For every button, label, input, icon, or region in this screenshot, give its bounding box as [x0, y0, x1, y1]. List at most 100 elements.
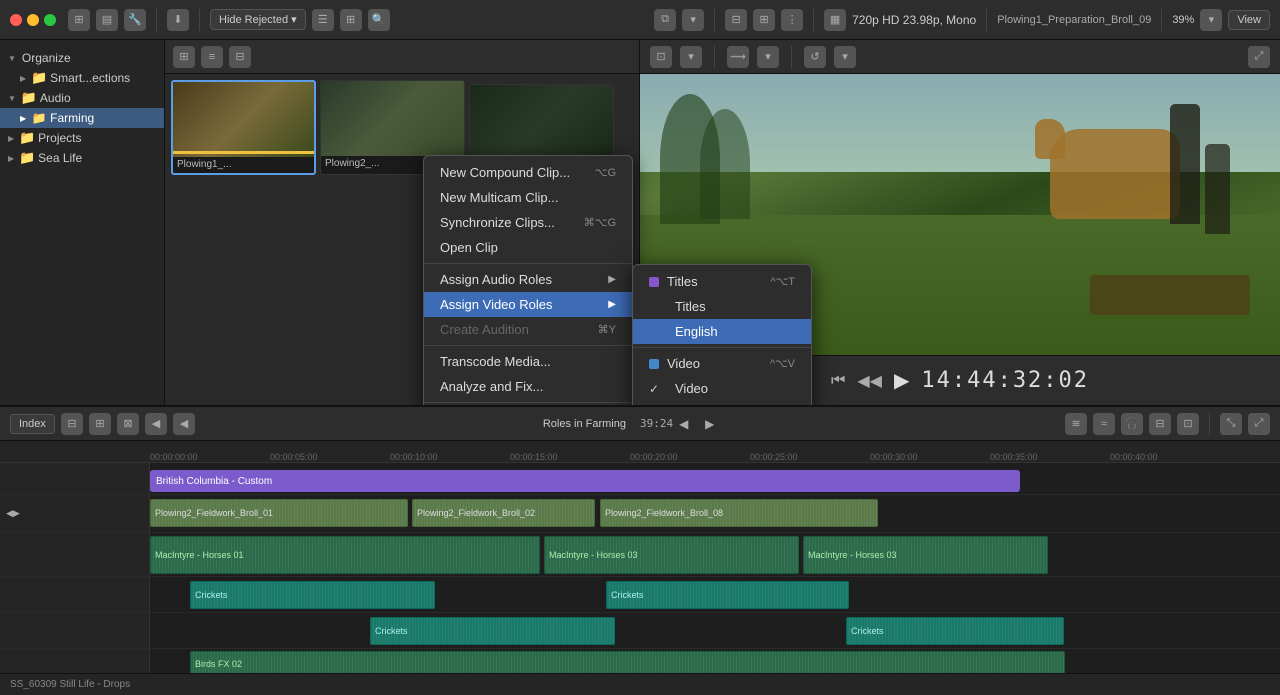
top-bar: ⊞ ▤ 🔧 ⬇ Hide Rejected ▾ ☰ ⊞ 🔍 ⧉ ▾ ⊟ ⊞ ⋮ … — [0, 0, 1280, 40]
sidebar-item-projects[interactable]: ▶ 📁 Projects — [0, 128, 164, 148]
close-button[interactable] — [10, 14, 22, 26]
ruler-mark-3: 00:00:15:00 — [510, 452, 558, 462]
zoom-dropdown[interactable]: ▾ — [1200, 9, 1222, 31]
clip-thumb-1[interactable]: Plowing1_... — [171, 80, 316, 175]
go-to-start-button[interactable]: ⏮ — [831, 372, 845, 390]
tl-icon-3[interactable]: ⊠ — [117, 413, 139, 435]
tl-nav-next[interactable]: ▶ — [705, 417, 725, 431]
audio-meter-icon[interactable]: ≋ — [1065, 413, 1087, 435]
waveform-bg — [847, 618, 1063, 644]
library-icon[interactable]: ⊞ — [68, 9, 90, 31]
tl-icon-4[interactable]: ◀ — [145, 413, 167, 435]
sort-icon[interactable]: ⊞ — [173, 46, 195, 68]
hide-rejected-button[interactable]: Hide Rejected ▾ — [210, 9, 306, 30]
sm-english[interactable]: English — [633, 319, 811, 344]
import-icon[interactable]: ⬇ — [167, 9, 189, 31]
cm-synchronize[interactable]: Synchronize Clips... ⌘⌥G — [424, 210, 632, 235]
clip-birds-fx[interactable]: Birds FX 02 — [190, 651, 1065, 673]
separator-2 — [199, 9, 200, 31]
clip-horses-03b[interactable]: MacIntyre - Horses 03 — [803, 536, 1048, 574]
index-button[interactable]: Index — [10, 414, 55, 434]
sidebar-item-label: Audio — [40, 91, 71, 105]
separator-6 — [1161, 9, 1162, 31]
zoom-fit-icon[interactable]: ⤡ — [1220, 413, 1242, 435]
pip-dropdown[interactable]: ▾ — [682, 9, 704, 31]
clip-plowing-broll-02[interactable]: Plowing2_Fieldwork_Broll_02 — [412, 499, 595, 527]
clip-british-columbia[interactable]: British Columbia - Custom — [150, 470, 1020, 492]
filter-icon[interactable]: ≡ — [201, 46, 223, 68]
clip-name: Plowing1_Preparation_Broll_09 — [997, 14, 1151, 26]
viewer-transform-icon[interactable]: ⟿ — [727, 46, 749, 68]
triangle-icon: ▶ — [20, 74, 26, 83]
minimize-button[interactable] — [27, 14, 39, 26]
browser-icon[interactable]: ▤ — [96, 9, 118, 31]
viewer-layout-icon[interactable]: ⊡ — [650, 46, 672, 68]
submenu-arrow: ▶ — [608, 299, 616, 310]
sm-broll[interactable]: B-Roll — [633, 401, 811, 405]
viewer-retiming-dropdown[interactable]: ▾ — [834, 46, 856, 68]
cm-analyze[interactable]: Analyze and Fix... — [424, 374, 632, 399]
sm-video-1[interactable]: Video ^⌥V — [633, 351, 811, 376]
layout-icon[interactable]: ⊟ — [725, 9, 747, 31]
cm-new-multicam[interactable]: New Multicam Clip... — [424, 185, 632, 210]
resolution-icon[interactable]: ▦ — [824, 9, 846, 31]
waveform-icon[interactable]: ≈ — [1093, 413, 1115, 435]
viewer-retiming-icon[interactable]: ↺ — [804, 46, 826, 68]
cm-open-clip[interactable]: Open Clip — [424, 235, 632, 260]
track-content: Plowing2_Fieldwork_Broll_01 Plowing2_Fie… — [150, 495, 1280, 532]
tl-icon-2[interactable]: ⊞ — [89, 413, 111, 435]
cm-transcode[interactable]: Transcode Media... — [424, 349, 632, 374]
clip-horses-03a[interactable]: MacIntyre - Horses 03 — [544, 536, 799, 574]
tl-icon-1[interactable]: ⊟ — [61, 413, 83, 435]
clip-crickets-1a[interactable]: Crickets — [190, 581, 435, 609]
clip-plowing-broll-08[interactable]: Plowing2_Fieldwork_Broll_08 — [600, 499, 878, 527]
sm-video-2[interactable]: ✓ Video — [633, 376, 811, 401]
viewer-dropdown[interactable]: ▾ — [680, 46, 702, 68]
timeline-ruler: 00:00:00:00 00:00:05:00 00:00:10:00 00:0… — [0, 441, 1280, 463]
play-backward-button[interactable]: ◀◀ — [857, 371, 882, 391]
clip-crickets-2b[interactable]: Crickets — [846, 617, 1064, 645]
sidebar-item-farming[interactable]: ▶ 📁 Farming — [0, 108, 164, 128]
layout2-icon[interactable]: ⊞ — [753, 9, 775, 31]
pip-icon[interactable]: ⧉ — [654, 9, 676, 31]
grid-view-icon[interactable]: ⊞ — [340, 9, 362, 31]
sm-titles-1[interactable]: Titles ^⌥T — [633, 269, 811, 294]
ruler-mark-2: 00:00:10:00 — [390, 452, 438, 462]
separator-1 — [156, 9, 157, 31]
sidebar-item-smartcollections[interactable]: ▶ 📁 Smart...ections — [0, 68, 164, 88]
roles-view-icon[interactable]: ⊟ — [1149, 413, 1171, 435]
inspector-icon[interactable]: 🔧 — [124, 9, 146, 31]
cm-item-label: Synchronize Clips... — [440, 215, 555, 230]
sidebar-item-sealife[interactable]: ▶ 📁 Sea Life — [0, 148, 164, 168]
maximize-button[interactable] — [44, 14, 56, 26]
clip-appearance-icon[interactable]: ⋮ — [781, 9, 803, 31]
clip-crickets-2a[interactable]: Crickets — [370, 617, 615, 645]
clip-plowing-broll-01[interactable]: Plowing2_Fieldwork_Broll_01 — [150, 499, 408, 527]
chevron-down-icon: ▾ — [291, 13, 297, 26]
search-icon[interactable]: 🔍 — [368, 9, 390, 31]
clip-horses-01[interactable]: MacIntyre - Horses 01 — [150, 536, 540, 574]
viewer-transform-dropdown[interactable]: ▾ — [757, 46, 779, 68]
track-control[interactable]: ◀▶ — [6, 508, 20, 519]
view-icon[interactable]: ⊟ — [229, 46, 251, 68]
tl-nav-prev[interactable]: ◀ — [679, 417, 699, 431]
viewer-fullscreen-icon[interactable]: ⤢ — [1248, 46, 1270, 68]
status-bar: SS_60309 Still Life - Drops — [0, 673, 1280, 695]
list-view-icon[interactable]: ☰ — [312, 9, 334, 31]
clip-crickets-1b[interactable]: Crickets — [606, 581, 849, 609]
view-button[interactable]: View — [1228, 10, 1270, 30]
cm-new-compound[interactable]: New Compound Clip... ⌥G — [424, 160, 632, 185]
sm-titles-2[interactable]: Titles — [633, 294, 811, 319]
timeline-toolbar: Index ⊟ ⊞ ⊠ ◀ ◀ Roles in Farming 39:24 ◀… — [0, 407, 1280, 441]
play-button[interactable]: ▶ — [894, 368, 909, 393]
headphones-icon[interactable]: 🎧 — [1121, 413, 1143, 435]
sidebar-item-organize[interactable]: ▼ Organize — [0, 48, 164, 68]
clip-thumbnail — [321, 81, 464, 156]
cm-separator-1 — [424, 263, 632, 264]
sidebar-item-audio[interactable]: ▼ 📁 Audio — [0, 88, 164, 108]
zoom-in-icon[interactable]: ⤢ — [1248, 413, 1270, 435]
tl-collapse[interactable]: ◀ — [173, 413, 195, 435]
cm-assign-video-roles[interactable]: Assign Video Roles ▶ — [424, 292, 632, 317]
tl-view-icon[interactable]: ⊡ — [1177, 413, 1199, 435]
cm-assign-audio-roles[interactable]: Assign Audio Roles ▶ — [424, 267, 632, 292]
